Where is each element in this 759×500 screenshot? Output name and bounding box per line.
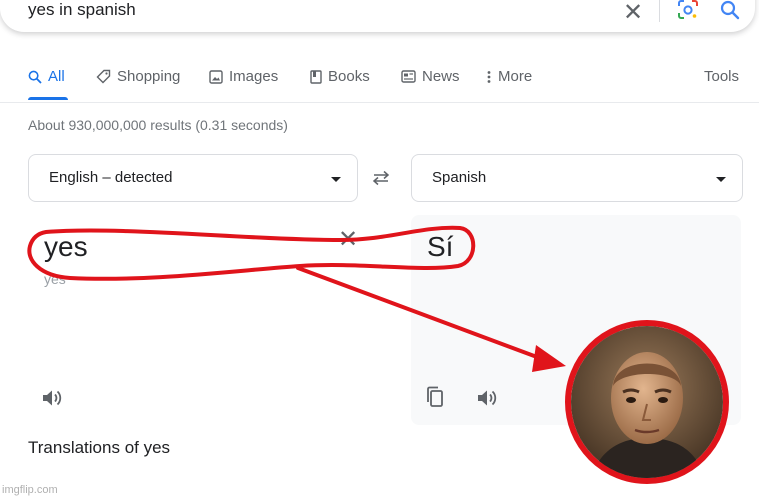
- tab-shopping[interactable]: Shopping: [96, 68, 180, 85]
- tab-label: Images: [229, 68, 279, 85]
- source-text-pane[interactable]: yes yes ✕: [28, 215, 368, 425]
- translated-text: Sí: [427, 231, 454, 262]
- tab-books[interactable]: Books: [310, 68, 370, 85]
- copy-icon[interactable]: [425, 385, 445, 409]
- tools-button[interactable]: Tools: [704, 68, 739, 85]
- source-language-label: English – detected: [49, 169, 173, 186]
- tab-label: Shopping: [117, 68, 181, 85]
- clear-source-icon[interactable]: ✕: [338, 225, 358, 254]
- tab-news[interactable]: News: [401, 68, 460, 85]
- portrait-illustration: [571, 326, 723, 478]
- target-language-label: Spanish: [432, 169, 487, 186]
- swap-languages-icon[interactable]: [370, 170, 392, 186]
- tab-images[interactable]: Images: [209, 68, 278, 85]
- clear-search-icon[interactable]: ✕: [623, 0, 643, 27]
- source-language-select[interactable]: English – detected: [28, 154, 358, 202]
- search-query[interactable]: yes in spanish: [28, 0, 136, 20]
- translations-heading: Translations of yes: [28, 438, 171, 457]
- tools-label: Tools: [704, 68, 740, 85]
- result-stats: About 930,000,000 results (0.31 seconds): [28, 117, 288, 133]
- dropdown-caret-icon: [331, 177, 341, 182]
- image-icon: [209, 69, 223, 84]
- tab-label: All: [48, 68, 65, 85]
- source-transliteration: yes: [44, 271, 66, 287]
- active-tab-indicator: [28, 97, 68, 100]
- search-icon: [28, 70, 42, 84]
- tab-label: News: [422, 68, 460, 85]
- search-tabs: All Shopping Images Books News More Tool…: [0, 66, 759, 103]
- source-text[interactable]: yes: [44, 231, 88, 263]
- book-icon: [310, 69, 322, 84]
- tab-all[interactable]: All: [28, 68, 65, 85]
- tab-label: More: [498, 68, 533, 85]
- google-lens-icon[interactable]: [677, 0, 699, 20]
- news-icon: [401, 70, 416, 83]
- target-language-select[interactable]: Spanish: [411, 154, 743, 202]
- person-portrait-icon: [565, 320, 729, 484]
- search-icon[interactable]: [720, 0, 740, 20]
- tab-label: Books: [328, 68, 370, 85]
- tab-more[interactable]: More: [486, 68, 532, 85]
- more-vert-icon: [487, 70, 491, 83]
- watermark: imgflip.com: [2, 484, 58, 496]
- dropdown-caret-icon: [716, 177, 726, 182]
- search-divider: [659, 0, 660, 22]
- tag-icon: [96, 69, 111, 84]
- listen-translation-icon[interactable]: [475, 387, 499, 409]
- listen-source-icon[interactable]: [40, 387, 64, 409]
